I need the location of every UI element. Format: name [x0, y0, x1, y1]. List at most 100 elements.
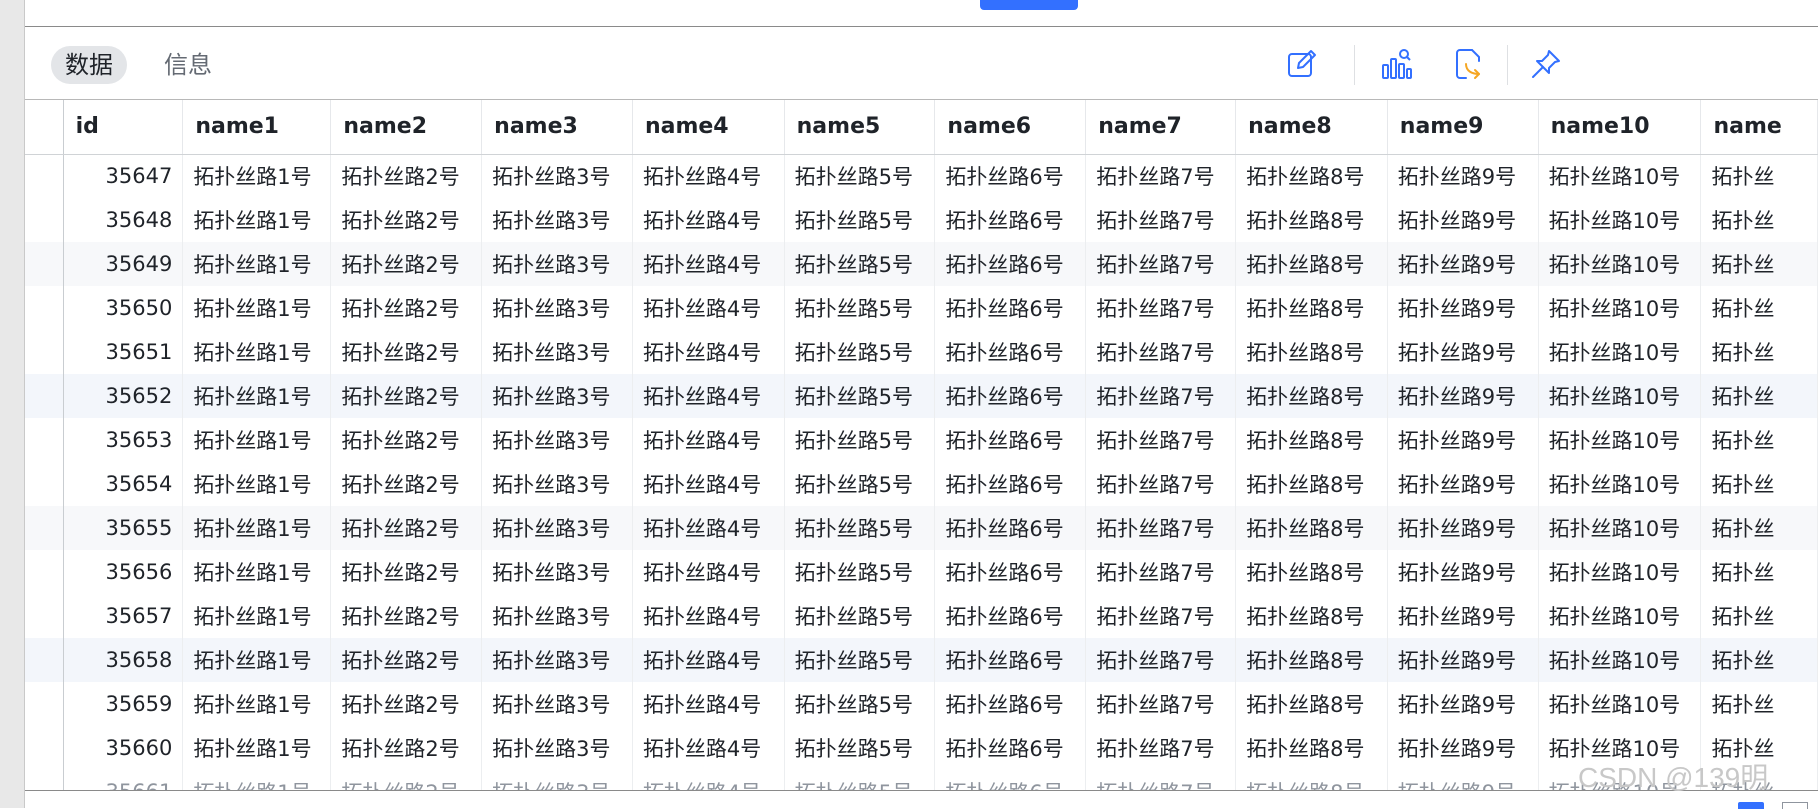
column-header-name3[interactable]: name3 — [481, 100, 633, 155]
cell-name3[interactable]: 拓扑丝路3号 — [481, 242, 633, 286]
table-row[interactable]: 35658 拓扑丝路1号 拓扑丝路2号 拓扑丝路3号 拓扑丝路4号 拓扑丝路5号 拓扑丝路6… — [25, 638, 1818, 682]
cell-name8[interactable]: 拓扑丝路8号 — [1235, 418, 1388, 462]
cell-name9[interactable]: 拓扑丝路9号 — [1387, 638, 1539, 682]
cell-name3[interactable]: 拓扑丝路3号 — [481, 770, 633, 790]
cell-name9[interactable]: 拓扑丝路9号 — [1387, 418, 1539, 462]
cell-name7[interactable]: 拓扑丝路7号 — [1085, 506, 1237, 550]
cell-id[interactable]: 35651 — [63, 330, 184, 374]
cell-name3[interactable]: 拓扑丝路3号 — [481, 374, 633, 418]
table-row[interactable]: 35648 拓扑丝路1号 拓扑丝路2号 拓扑丝路3号 拓扑丝路4号 拓扑丝路5号 拓扑丝路6… — [25, 198, 1818, 242]
cell-name7[interactable]: 拓扑丝路7号 — [1085, 418, 1237, 462]
cell-name10[interactable]: 拓扑丝路10号 — [1538, 198, 1702, 242]
cell-name3[interactable]: 拓扑丝路3号 — [481, 506, 633, 550]
primary-button[interactable] — [980, 0, 1078, 10]
cell-name2[interactable]: 拓扑丝路2号 — [330, 594, 483, 638]
cell-name2[interactable]: 拓扑丝路2号 — [330, 418, 483, 462]
cell-name6[interactable]: 拓扑丝路6号 — [934, 506, 1087, 550]
cell-name[interactable]: 拓扑丝 — [1700, 594, 1818, 638]
row-header[interactable] — [25, 286, 64, 330]
cell-id[interactable]: 35654 — [63, 462, 184, 506]
row-header[interactable] — [25, 330, 64, 374]
cell-id[interactable]: 35656 — [63, 550, 184, 594]
cell-name8[interactable]: 拓扑丝路8号 — [1235, 506, 1388, 550]
table-row[interactable]: 35647 拓扑丝路1号 拓扑丝路2号 拓扑丝路3号 拓扑丝路4号 拓扑丝路5号 拓扑丝路6… — [25, 154, 1818, 198]
table-row[interactable]: 35657 拓扑丝路1号 拓扑丝路2号 拓扑丝路3号 拓扑丝路4号 拓扑丝路5号 拓扑丝路6… — [25, 594, 1818, 638]
cell-name9[interactable]: 拓扑丝路9号 — [1387, 594, 1539, 638]
cell-name[interactable]: 拓扑丝 — [1700, 506, 1818, 550]
cell-name8[interactable]: 拓扑丝路8号 — [1235, 682, 1388, 726]
cell-name2[interactable]: 拓扑丝路2号 — [330, 506, 483, 550]
cell-name4[interactable]: 拓扑丝路4号 — [632, 198, 785, 242]
column-header-name2[interactable]: name2 — [330, 100, 483, 155]
cell-name3[interactable]: 拓扑丝路3号 — [481, 462, 633, 506]
cell-name10[interactable]: 拓扑丝路10号 — [1538, 418, 1702, 462]
cell-name3[interactable]: 拓扑丝路3号 — [481, 726, 633, 770]
cell-name3[interactable]: 拓扑丝路3号 — [481, 198, 633, 242]
cell-name1[interactable]: 拓扑丝路1号 — [182, 286, 332, 330]
cell-id[interactable]: 35652 — [63, 374, 184, 418]
cell-name[interactable]: 拓扑丝 — [1700, 286, 1818, 330]
bar-chart-search-icon[interactable] — [1379, 46, 1415, 82]
cell-name4[interactable]: 拓扑丝路4号 — [632, 682, 785, 726]
cell-name2[interactable]: 拓扑丝路2号 — [330, 198, 483, 242]
table-row[interactable]: 35652 拓扑丝路1号 拓扑丝路2号 拓扑丝路3号 拓扑丝路4号 拓扑丝路5号 拓扑丝路6… — [25, 374, 1818, 418]
cell-name1[interactable]: 拓扑丝路1号 — [182, 726, 332, 770]
cell-name5[interactable]: 拓扑丝路5号 — [784, 594, 936, 638]
row-header[interactable] — [25, 374, 64, 418]
cell-name8[interactable]: 拓扑丝路8号 — [1235, 594, 1388, 638]
cell-id[interactable]: 35660 — [63, 726, 184, 770]
cell-name9[interactable]: 拓扑丝路9号 — [1387, 198, 1539, 242]
cell-name9[interactable]: 拓扑丝路9号 — [1387, 330, 1539, 374]
column-header-name10[interactable]: name10 — [1538, 100, 1702, 155]
cell-name1[interactable]: 拓扑丝路1号 — [182, 154, 332, 198]
cell-name3[interactable]: 拓扑丝路3号 — [481, 594, 633, 638]
cell-name5[interactable]: 拓扑丝路5号 — [784, 374, 936, 418]
cell-name4[interactable]: 拓扑丝路4号 — [632, 418, 785, 462]
column-header-name9[interactable]: name9 — [1387, 100, 1539, 155]
cell-name[interactable]: 拓扑丝 — [1700, 550, 1818, 594]
cell-name5[interactable]: 拓扑丝路5号 — [784, 726, 936, 770]
cell-id[interactable]: 35657 — [63, 594, 184, 638]
cell-name10[interactable]: 拓扑丝路10号 — [1538, 550, 1702, 594]
table-row[interactable]: 35649 拓扑丝路1号 拓扑丝路2号 拓扑丝路3号 拓扑丝路4号 拓扑丝路5号 拓扑丝路6… — [25, 242, 1818, 286]
cell-name2[interactable]: 拓扑丝路2号 — [330, 374, 483, 418]
cell-name8[interactable]: 拓扑丝路8号 — [1235, 198, 1388, 242]
pin-icon[interactable] — [1528, 46, 1564, 82]
cell-name5[interactable]: 拓扑丝路5号 — [784, 154, 936, 198]
cell-name7[interactable]: 拓扑丝路7号 — [1085, 638, 1237, 682]
cell-name6[interactable]: 拓扑丝路6号 — [934, 286, 1087, 330]
row-header[interactable] — [25, 462, 64, 506]
cell-name4[interactable]: 拓扑丝路4号 — [632, 154, 785, 198]
cell-name10[interactable]: 拓扑丝路10号 — [1538, 286, 1702, 330]
cell-name9[interactable]: 拓扑丝路9号 — [1387, 770, 1539, 790]
cell-name3[interactable]: 拓扑丝路3号 — [481, 682, 633, 726]
cell-name10[interactable]: 拓扑丝路10号 — [1538, 638, 1702, 682]
cell-id[interactable]: 35647 — [63, 154, 184, 198]
cell-name7[interactable]: 拓扑丝路7号 — [1085, 374, 1237, 418]
cell-name1[interactable]: 拓扑丝路1号 — [182, 374, 332, 418]
row-header[interactable] — [25, 506, 64, 550]
cell-name8[interactable]: 拓扑丝路8号 — [1235, 374, 1388, 418]
table-row[interactable]: 35661拓扑丝路1号拓扑丝路2号拓扑丝路3号拓扑丝路4号拓扑丝路5号拓扑丝路6… — [25, 770, 1818, 790]
row-header[interactable] — [25, 638, 64, 682]
cell-name3[interactable]: 拓扑丝路3号 — [481, 418, 633, 462]
cell-name5[interactable]: 拓扑丝路5号 — [784, 242, 936, 286]
table-row[interactable]: 35655 拓扑丝路1号 拓扑丝路2号 拓扑丝路3号 拓扑丝路4号 拓扑丝路5号 拓扑丝路6… — [25, 506, 1818, 550]
cell-name9[interactable]: 拓扑丝路9号 — [1387, 550, 1539, 594]
cell-name3[interactable]: 拓扑丝路3号 — [481, 154, 633, 198]
cell-name4[interactable]: 拓扑丝路4号 — [632, 462, 785, 506]
cell-name9[interactable]: 拓扑丝路9号 — [1387, 154, 1539, 198]
cell-id[interactable]: 35650 — [63, 286, 184, 330]
cell-id[interactable]: 35653 — [63, 418, 184, 462]
cell-name1[interactable]: 拓扑丝路1号 — [182, 594, 332, 638]
row-header[interactable] — [25, 726, 64, 770]
table-row[interactable]: 35659 拓扑丝路1号 拓扑丝路2号 拓扑丝路3号 拓扑丝路4号 拓扑丝路5号 拓扑丝路6… — [25, 682, 1818, 726]
cell-name1[interactable]: 拓扑丝路1号 — [182, 550, 332, 594]
row-header[interactable] — [25, 154, 64, 198]
cell-id[interactable]: 35658 — [63, 638, 184, 682]
cell-name6[interactable]: 拓扑丝路6号 — [934, 462, 1087, 506]
cell-id[interactable]: 35661 — [63, 770, 184, 790]
cell-name6[interactable]: 拓扑丝路6号 — [934, 198, 1087, 242]
column-header-name6[interactable]: name6 — [934, 100, 1087, 155]
row-header[interactable] — [25, 418, 64, 462]
